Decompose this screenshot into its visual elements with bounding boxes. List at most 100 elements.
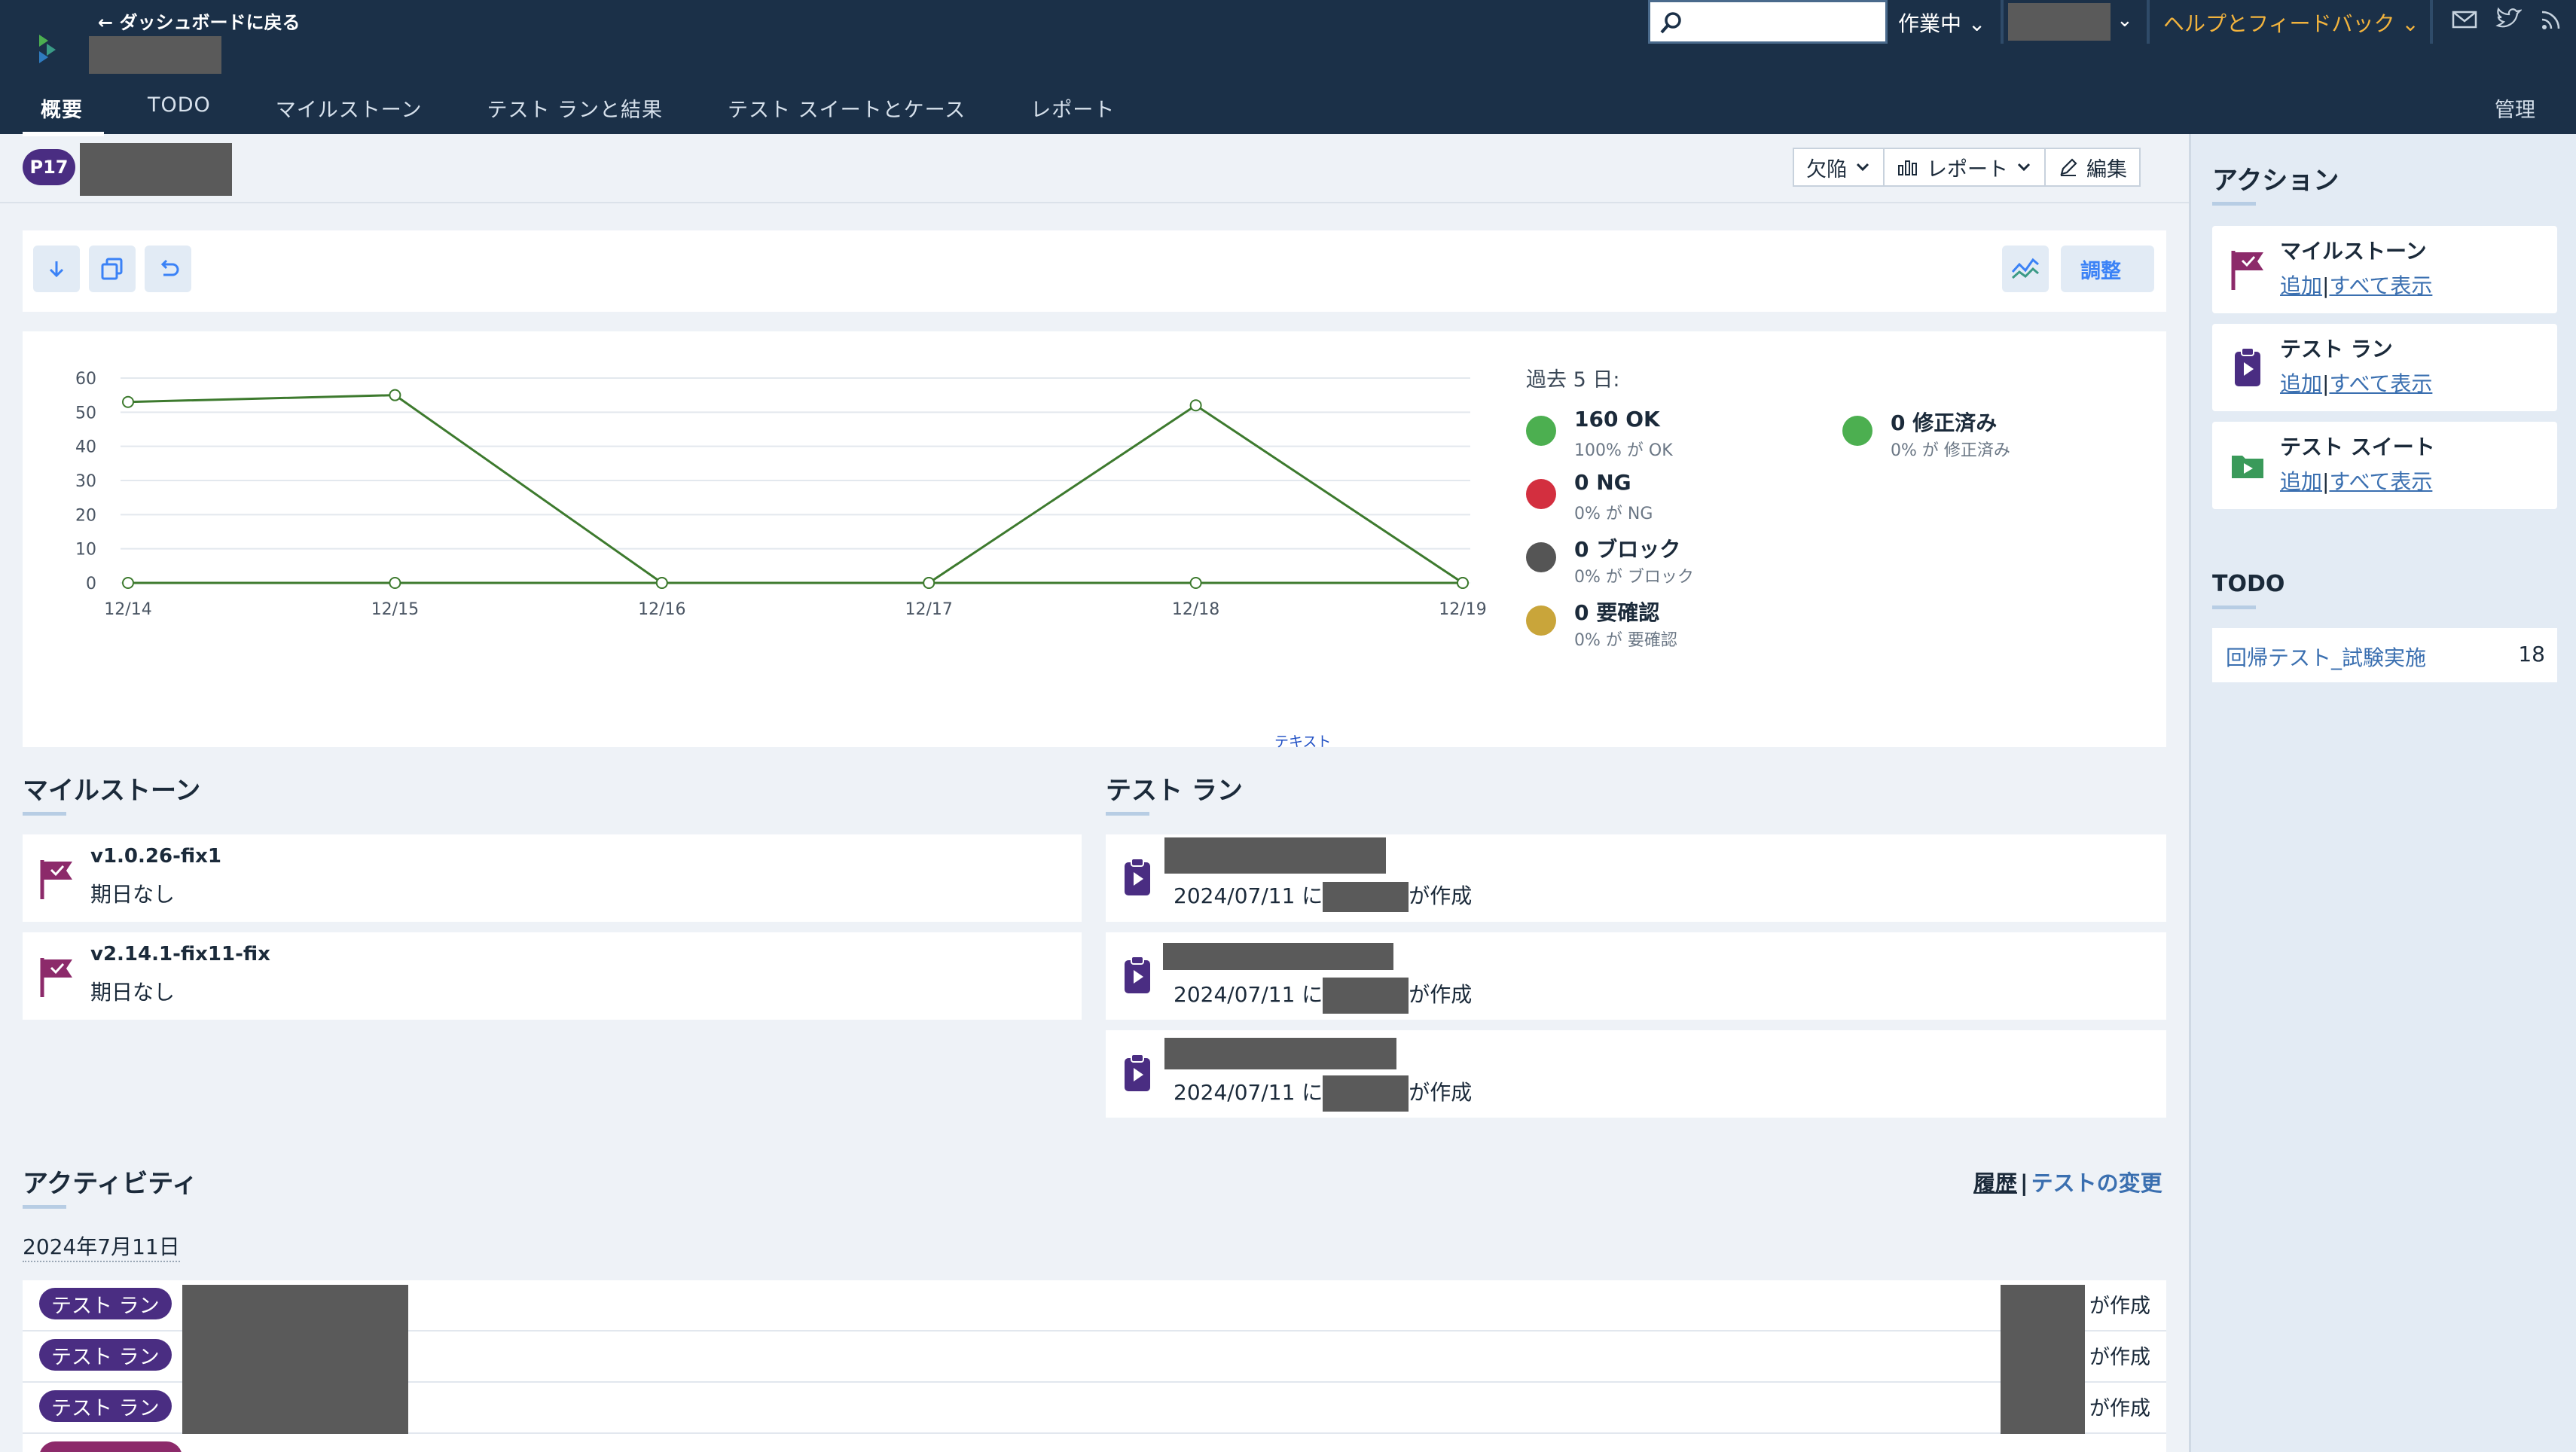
test-changes-tab[interactable]: テストの変更	[2031, 1170, 2162, 1196]
chevron-down-icon: ⌄	[1961, 11, 1986, 36]
x-tick-label: 12/17	[905, 600, 952, 619]
activity-date: 2024年7月11日	[23, 1231, 180, 1262]
help-feedback-dropdown[interactable]: ヘルプとフィードバック ⌄	[2163, 8, 2419, 38]
project-name-redacted	[89, 36, 221, 74]
reports-dropdown[interactable]: レポート	[1885, 149, 2046, 185]
search-box[interactable]	[1648, 0, 1888, 44]
data-point	[122, 577, 134, 589]
table-row[interactable]	[23, 1434, 2166, 1452]
test-run-meta: 2024/07/11 に が作成	[1174, 978, 1472, 1014]
admin-link[interactable]: 管理	[2495, 93, 2535, 123]
search-icon	[1660, 12, 1681, 34]
todo-item[interactable]: 回帰テスト_試験実施 18	[2212, 628, 2557, 682]
milestone-name[interactable]: v1.0.26-fix1	[90, 845, 221, 868]
test-run-created-label: が作成	[1409, 883, 1473, 908]
chevron-down-icon	[1856, 163, 1869, 172]
milestone-due: 期日なし	[90, 980, 175, 1005]
main-tabs: 概要 TODO マイルストーン テスト ランと結果 テスト スイートとケース レ…	[23, 89, 1160, 136]
y-tick-label: 50	[75, 404, 96, 422]
legend-heading: 過去 5 日:	[1526, 368, 1620, 392]
milestone-card[interactable]: v1.0.26-fix1 期日なし	[23, 834, 1082, 922]
project-badge: P17	[23, 149, 75, 185]
test-run-created-label: が作成	[1409, 982, 1473, 1007]
user-name-redacted[interactable]	[2008, 3, 2111, 41]
action-links: 追加|すべて表示	[2280, 368, 2432, 398]
back-to-dashboard-link[interactable]: ← ダッシュボードに戻る	[98, 8, 300, 34]
activity-type-badge	[39, 1441, 182, 1452]
todo-title: TODO	[2212, 571, 2285, 597]
chevron-down-icon[interactable]: ⌄	[2117, 9, 2133, 32]
search-input[interactable]	[1692, 7, 1881, 37]
status-dropdown[interactable]: 作業中 ⌄	[1898, 8, 1985, 38]
activity-tabs: 履歴 | テストの変更	[1973, 1166, 2162, 1197]
edit-label: 編集	[2086, 157, 2127, 182]
rss-icon[interactable]	[2538, 5, 2565, 35]
author-redacted	[1323, 882, 1409, 912]
test-run-card[interactable]: 2024/07/11 に が作成	[1106, 932, 2166, 1020]
test-run-card[interactable]: 2024/07/11 に が作成	[1106, 1030, 2166, 1118]
action-name: マイルストーン	[2280, 239, 2427, 264]
view-all-test-suites-link[interactable]: すべて表示	[2329, 469, 2432, 494]
twitter-icon[interactable]	[2495, 5, 2522, 35]
defects-dropdown[interactable]: 欠陥	[1794, 149, 1885, 185]
legend-title: 160 OK	[1574, 407, 1660, 432]
edit-button[interactable]: 編集	[2046, 149, 2139, 185]
tab-reports[interactable]: レポート	[1011, 89, 1115, 136]
tab-test-runs[interactable]: テスト ランと結果	[467, 89, 663, 136]
tab-separator: |	[2020, 1170, 2028, 1196]
activity-item-redacted	[182, 1285, 408, 1434]
history-tab[interactable]: 履歴	[1973, 1170, 2017, 1196]
x-tick-label: 12/15	[371, 600, 419, 619]
todo-count: 18	[2518, 642, 2545, 667]
adjust-button[interactable]: 調整	[2061, 246, 2154, 292]
test-run-name-redacted[interactable]	[1163, 943, 1393, 970]
todo-label[interactable]: 回帰テスト_試験実施	[2226, 642, 2426, 672]
action-card-test-run: テスト ラン 追加|すべて表示	[2212, 324, 2557, 411]
milestone-name[interactable]: v2.14.1-fix11-fix	[90, 943, 270, 965]
test-run-name-redacted[interactable]	[1164, 1038, 1396, 1069]
tab-todo[interactable]: TODO	[128, 89, 211, 136]
add-milestone-link[interactable]: 追加	[2280, 273, 2322, 298]
chart-toggle-button[interactable]	[2002, 246, 2049, 292]
test-run-name-redacted[interactable]	[1164, 837, 1386, 874]
mail-icon[interactable]	[2451, 5, 2478, 35]
milestone-card[interactable]: v2.14.1-fix11-fix 期日なし	[23, 932, 1082, 1020]
right-sidebar: アクション マイルストーン 追加|すべて表示 テスト ラン 追加|すべて表示 テ…	[2189, 134, 2576, 1452]
defects-label: 欠陥	[1806, 157, 1847, 182]
author-redacted	[1323, 978, 1409, 1014]
status-dot-fixed	[1842, 416, 1872, 446]
data-point	[1189, 399, 1202, 412]
legend-sub: 0% が 修正済み	[1891, 441, 2010, 460]
legend-title: 0 要確認	[1574, 600, 1660, 625]
milestone-flag-icon	[40, 860, 72, 899]
chart-footnote-link[interactable]: テキスト	[1274, 731, 1331, 751]
undo-button[interactable]	[145, 246, 191, 292]
test-run-card[interactable]: 2024/07/11 に が作成	[1106, 834, 2166, 922]
data-point	[122, 395, 134, 408]
x-tick-label: 12/14	[104, 600, 151, 619]
status-dot-ok	[1526, 416, 1556, 446]
tab-overview[interactable]: 概要	[23, 89, 104, 136]
tab-test-suites[interactable]: テスト スイートとケース	[708, 89, 966, 136]
add-test-run-link[interactable]: 追加	[2280, 371, 2322, 396]
copy-button[interactable]	[89, 246, 136, 292]
test-run-clipboard-icon	[1125, 956, 1150, 993]
status-label: 作業中	[1898, 11, 1962, 36]
y-tick-label: 10	[75, 541, 96, 560]
chevron-down-icon	[2017, 163, 2031, 172]
chevron-down-icon: ⌄	[2394, 11, 2419, 36]
test-run-clipboard-icon	[1125, 1054, 1150, 1091]
test-run-date: 2024/07/11 に	[1174, 982, 1323, 1007]
activity-type-badge: テスト ラン	[39, 1339, 172, 1371]
y-tick-label: 0	[86, 575, 96, 593]
activity-type-badge: テスト ラン	[39, 1390, 172, 1422]
view-all-milestones-link[interactable]: すべて表示	[2329, 273, 2432, 298]
view-all-test-runs-link[interactable]: すべて表示	[2329, 371, 2432, 396]
section-underline	[23, 812, 66, 816]
app-logo-icon[interactable]	[32, 30, 68, 66]
legend-sub: 0% が ブロック	[1574, 568, 1694, 587]
activity-created-label: が作成	[2089, 1295, 2150, 1318]
download-button[interactable]	[33, 246, 80, 292]
add-test-suite-link[interactable]: 追加	[2280, 469, 2322, 494]
tab-milestones[interactable]: マイルストーン	[256, 89, 423, 136]
